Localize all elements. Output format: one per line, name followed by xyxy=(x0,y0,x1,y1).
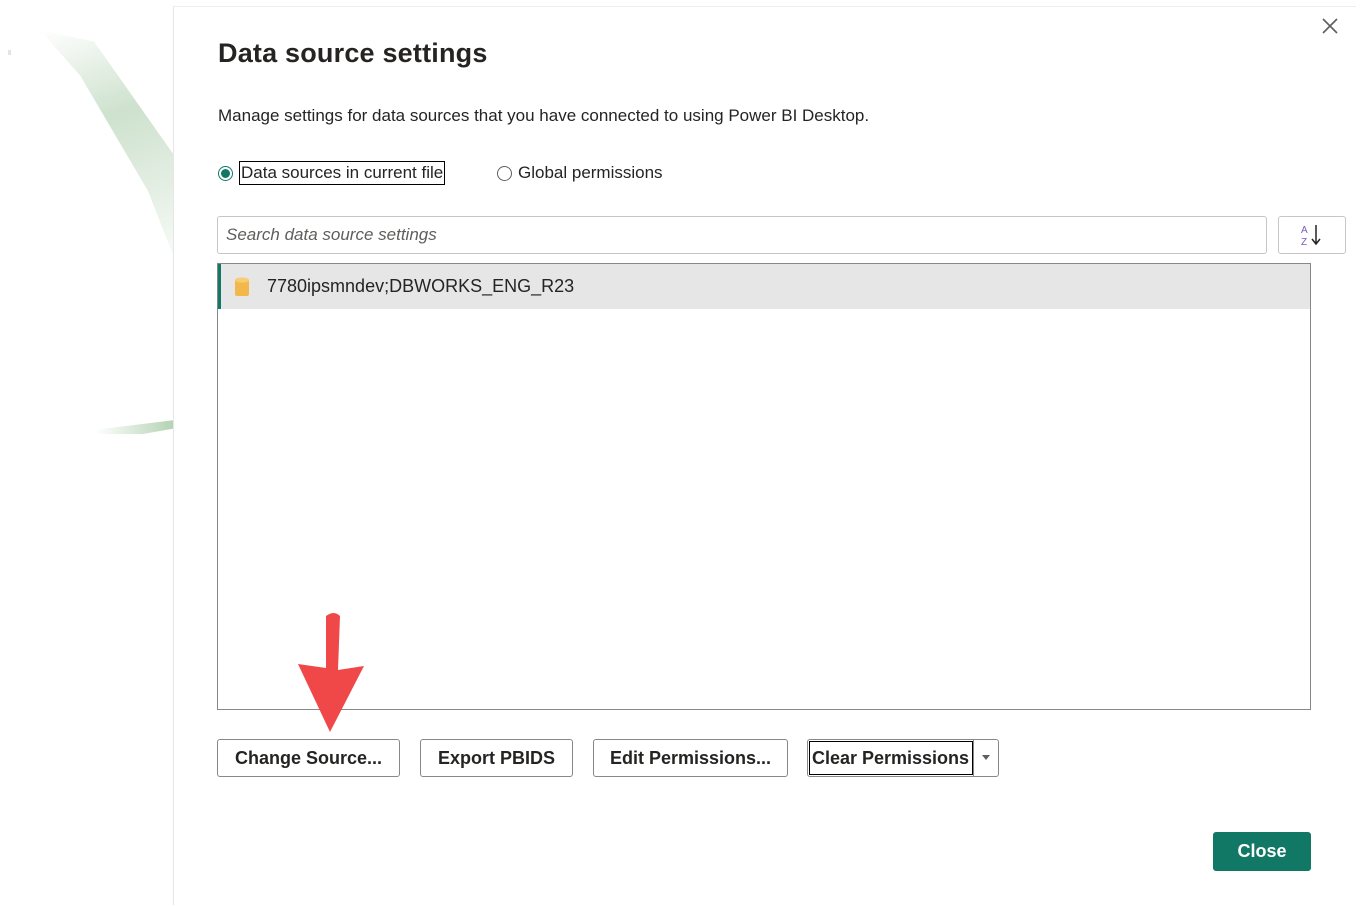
clear-permissions-split-button: Clear Permissions xyxy=(807,739,999,777)
background-decoration-line xyxy=(95,420,175,434)
dialog-title: Data source settings xyxy=(218,38,488,68)
dialog-description: Manage settings for data sources that yo… xyxy=(218,106,870,125)
close-button[interactable]: Close xyxy=(1213,832,1311,871)
background-decoration-dot xyxy=(8,50,11,55)
data-source-label: 7780ipsmndev;DBWORKS_ENG_R23 xyxy=(267,276,575,296)
radio-current-file[interactable]: Data sources in current file xyxy=(218,160,446,186)
radio-button-unchecked[interactable] xyxy=(497,165,512,181)
change-source-button[interactable]: Change Source... xyxy=(217,739,400,777)
radio-label-global-permissions: Global permissions xyxy=(518,163,663,182)
clear-permissions-dropdown[interactable] xyxy=(974,740,998,776)
clear-permissions-button[interactable]: Clear Permissions xyxy=(808,740,974,776)
svg-text:A: A xyxy=(1301,225,1308,236)
database-icon xyxy=(235,276,249,296)
sort-button[interactable]: A Z xyxy=(1278,216,1346,254)
radio-button-checked[interactable] xyxy=(218,165,233,181)
sort-az-icon: A Z xyxy=(1301,225,1321,248)
search-input[interactable] xyxy=(217,216,1267,254)
annotation-arrow-icon xyxy=(298,613,364,732)
list-item[interactable]: 7780ipsmndev;DBWORKS_ENG_R23 xyxy=(218,264,1310,309)
svg-text:Z: Z xyxy=(1301,237,1307,248)
export-pbids-button[interactable]: Export PBIDS xyxy=(420,739,573,777)
data-source-list: 7780ipsmndev;DBWORKS_ENG_R23 xyxy=(217,263,1311,710)
chevron-down-icon xyxy=(982,755,990,760)
background-decoration xyxy=(40,30,175,260)
close-dialog-button[interactable] xyxy=(1316,12,1344,40)
close-icon xyxy=(1322,18,1338,34)
radio-global-permissions[interactable]: Global permissions xyxy=(497,160,663,186)
edit-permissions-button[interactable]: Edit Permissions... xyxy=(593,739,788,777)
radio-label-current-file: Data sources in current file xyxy=(239,161,446,185)
